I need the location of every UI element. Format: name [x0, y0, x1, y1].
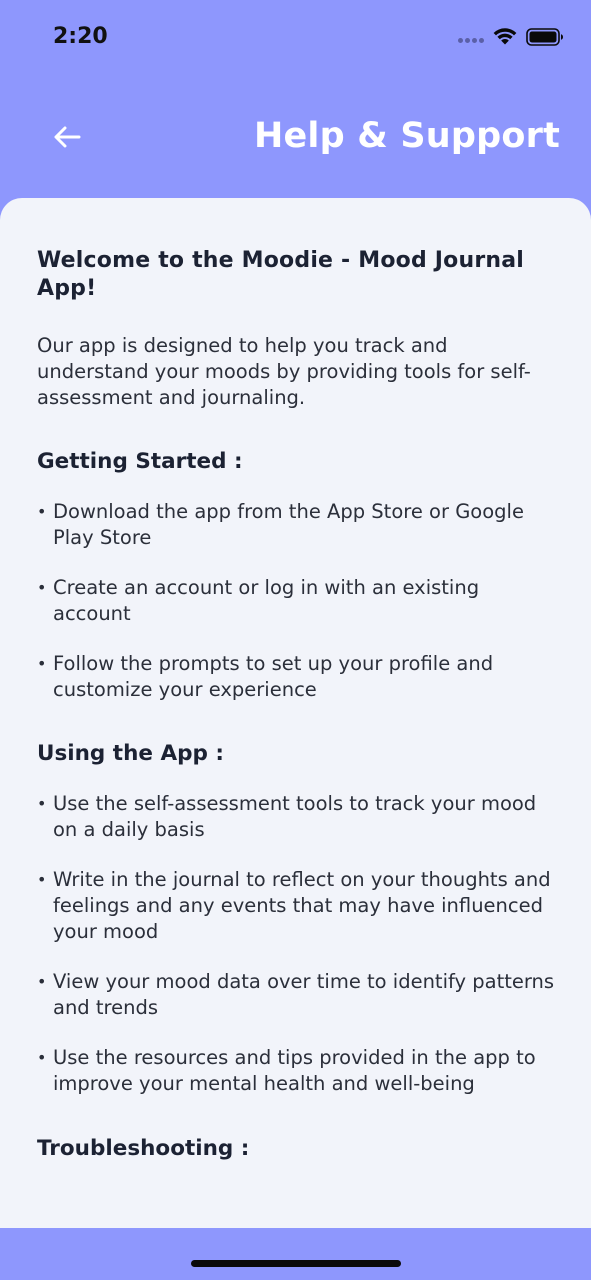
cellular-signal-icon: [458, 38, 484, 44]
section-heading-using-the-app: Using the App :: [37, 741, 224, 766]
list-item: • Use the resources and tips provided in …: [37, 1046, 536, 1095]
section-heading-getting-started: Getting Started :: [37, 449, 243, 474]
intro-paragraph: Our app is designed to help you track an…: [37, 334, 531, 409]
bullet-icon: •: [37, 870, 47, 889]
list-item: • View your mood data over time to identi…: [37, 970, 555, 1019]
arrow-left-icon: [54, 126, 81, 148]
app-header: Help & Support: [0, 96, 591, 186]
page-title: Help & Support: [253, 116, 560, 156]
list-item: • Use the self-assessment tools to track …: [37, 792, 537, 841]
status-time: 2:20: [53, 24, 108, 49]
back-button[interactable]: [44, 114, 90, 160]
home-indicator[interactable]: [191, 1260, 401, 1267]
bullet-icon: •: [37, 578, 47, 597]
help-content-card[interactable]: Welcome to the Moodie - Mood Journal App…: [0, 198, 591, 1228]
battery-icon: [526, 28, 563, 46]
list-item: • Download the app from the App Store or …: [37, 500, 524, 549]
help-content: Welcome to the Moodie - Mood Journal App…: [37, 247, 562, 1163]
bullet-icon: •: [37, 502, 47, 521]
bullet-icon: •: [37, 794, 47, 813]
section-heading-troubleshooting: Troubleshooting :: [37, 1136, 250, 1161]
welcome-heading: Welcome to the Moodie - Mood Journal App…: [37, 248, 525, 301]
using-the-app-list: • Use the self-assessment tools to track …: [37, 791, 562, 1097]
list-item: • Write in the journal to reflect on your…: [37, 868, 551, 943]
list-item: • Create an account or log in with an exi…: [37, 576, 480, 625]
bullet-icon: •: [37, 972, 47, 991]
bullet-icon: •: [37, 1048, 47, 1067]
getting-started-list: • Download the app from the App Store or …: [37, 499, 562, 703]
bullet-icon: •: [37, 654, 47, 673]
wifi-icon: [493, 28, 517, 45]
list-item: • Follow the prompts to set up your profi…: [37, 652, 494, 701]
status-bar: 2:20: [0, 0, 591, 76]
